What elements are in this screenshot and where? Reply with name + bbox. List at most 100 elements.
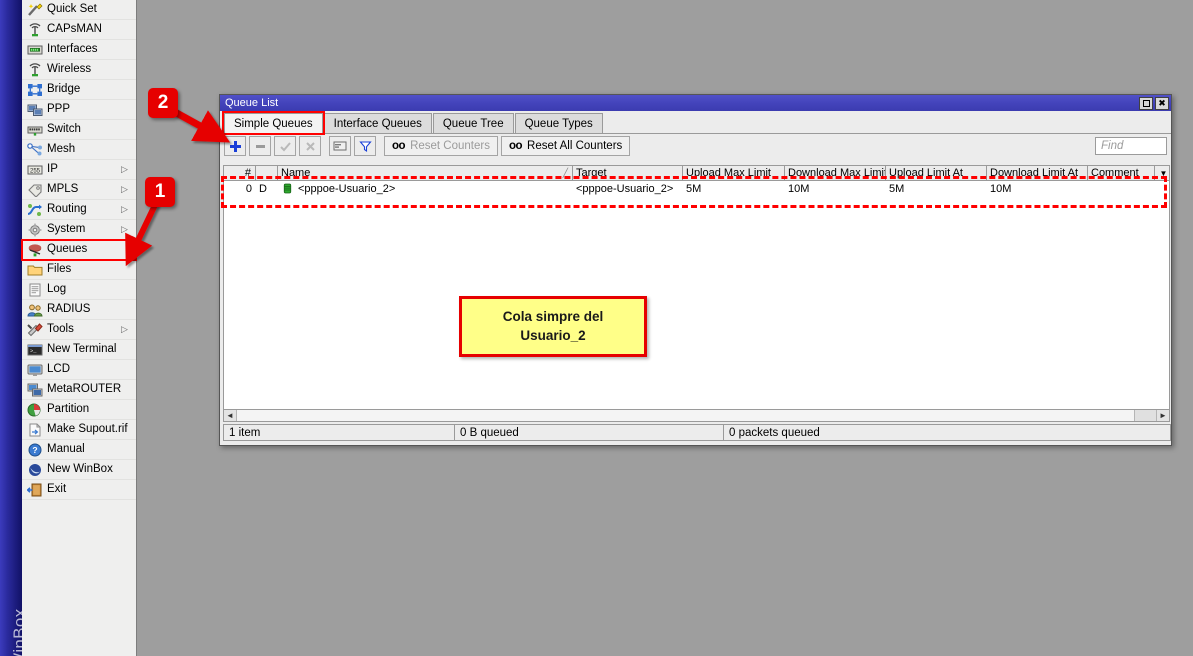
sidebar-item-ppp[interactable]: PPP: [22, 100, 136, 120]
sidebar-item-label: Make Supout.rif: [47, 424, 128, 436]
add-button[interactable]: [224, 136, 246, 156]
close-button[interactable]: ✖: [1155, 97, 1169, 110]
sidebar-item-manual[interactable]: ?Manual: [22, 440, 136, 460]
sidebar-item-mesh[interactable]: Mesh: [22, 140, 136, 160]
sidebar-item-label: PPP: [47, 104, 121, 116]
column-header-target[interactable]: Target: [573, 166, 683, 180]
table-row[interactable]: 0D<pppoe-Usuario_2><pppoe-Usuario_2>5M10…: [224, 181, 1169, 196]
scroll-left-arrow[interactable]: ◄: [224, 410, 237, 421]
column-header-downat[interactable]: Download Limit At: [987, 166, 1088, 180]
column-header-downmax[interactable]: Download Max Limit: [785, 166, 886, 180]
tab-queue-tree[interactable]: Queue Tree: [433, 113, 514, 133]
sidebar-item-exit[interactable]: Exit: [22, 480, 136, 500]
tab-simple-queues[interactable]: Simple Queues: [224, 113, 323, 133]
cell-text: 10M: [990, 183, 1011, 195]
sidebar-item-files[interactable]: Files: [22, 260, 136, 280]
sidebar-item-label: Routing: [47, 204, 121, 216]
sidebar-item-log[interactable]: Log: [22, 280, 136, 300]
sidebar-item-label: Mesh: [47, 144, 121, 156]
sidebar-item-mpls[interactable]: MPLS▷: [22, 180, 136, 200]
reset-counters-prefix: oo: [392, 140, 405, 152]
sidebar-item-partition[interactable]: Partition: [22, 400, 136, 420]
scroll-right-arrow[interactable]: ►: [1156, 410, 1169, 421]
annotation-badge-1: 1: [145, 177, 175, 207]
tab-bar[interactable]: Simple Queues Interface Queues Queue TreeQ…: [220, 111, 1171, 134]
sidebar-item-wireless[interactable]: Wireless: [22, 60, 136, 80]
gear-icon: [26, 222, 43, 238]
column-chooser-button[interactable]: ▼: [1155, 166, 1169, 180]
sidebar-item-new-winbox[interactable]: New WinBox: [22, 460, 136, 480]
remove-button[interactable]: [249, 136, 271, 156]
antenna-icon: [26, 22, 43, 38]
queue-list-window[interactable]: Queue List ✖ Simple Queues Interface Queu…: [219, 94, 1172, 446]
sidebar-item-tools[interactable]: Tools▷: [22, 320, 136, 340]
column-header-upmax[interactable]: Upload Max Limit: [683, 166, 785, 180]
cell-text: 10M: [788, 183, 809, 195]
scrollbar-thumb[interactable]: [1134, 410, 1156, 421]
find-input[interactable]: Find: [1095, 137, 1167, 155]
reset-all-counters-button[interactable]: oo Reset All Counters: [501, 136, 630, 156]
column-header-label: Comment: [1091, 167, 1139, 179]
tab-queue-types[interactable]: Queue Types: [515, 113, 603, 133]
cell-text: <pppoe-Usuario_2>: [298, 183, 395, 195]
column-header-upat[interactable]: Upload Limit At: [886, 166, 987, 180]
sidebar-item-switch[interactable]: Switch: [22, 120, 136, 140]
sidebar-item-ip[interactable]: 255IP▷: [22, 160, 136, 180]
mesh-icon: [26, 142, 43, 158]
chevron-down-icon: ▼: [1160, 169, 1168, 178]
disable-button[interactable]: [299, 136, 321, 156]
tab-label: Interface Queues: [334, 118, 422, 130]
sidebar-item-label: Tools: [47, 324, 121, 336]
enable-button[interactable]: [274, 136, 296, 156]
window-titlebar[interactable]: Queue List ✖: [220, 95, 1171, 111]
sidebar-item-label: LCD: [47, 364, 121, 376]
table-header-row[interactable]: # Name╱Target Upload Max LimitDownload Max…: [224, 166, 1169, 181]
sidebar-item-radius[interactable]: RADIUS: [22, 300, 136, 320]
queue-green-icon: [281, 182, 294, 195]
sidebar-item-interfaces[interactable]: Interfaces: [22, 40, 136, 60]
cell-text: 0: [246, 183, 252, 195]
sidebar-item-routing[interactable]: Routing▷: [22, 200, 136, 220]
users-icon: [26, 302, 43, 318]
status-bar: 1 item 0 B queued 0 packets queued: [223, 424, 1170, 441]
tab-interface-queues[interactable]: Interface Queues: [324, 113, 432, 133]
sidebar-item-make-supout-rif[interactable]: Make Supout.rif: [22, 420, 136, 440]
sidebar-item-queues[interactable]: Queues: [22, 240, 136, 260]
wand-icon: [26, 2, 43, 18]
winbox-brand-strip: RouterOS WinBox: [0, 0, 22, 656]
toolbar[interactable]: oo Reset Counters oo Reset All Counters …: [220, 134, 1171, 158]
reset-counters-label: Reset Counters: [410, 140, 490, 152]
submenu-chevron-icon: ▷: [121, 225, 133, 234]
pie-icon: [26, 402, 43, 418]
sidebar-item-quick-set[interactable]: Quick Set: [22, 0, 136, 20]
submenu-chevron-icon: ▷: [121, 165, 133, 174]
sidebar-item-label: Switch: [47, 124, 121, 136]
column-header-label: Download Max Limit: [788, 167, 886, 179]
file-export-icon: [26, 422, 43, 438]
column-header-num[interactable]: #: [224, 166, 256, 180]
restore-button[interactable]: [1139, 97, 1153, 110]
column-header-flags[interactable]: [256, 166, 278, 180]
filter-button[interactable]: [354, 136, 376, 156]
main-menu-sidebar[interactable]: Quick Set CAPsMANInterfacesWirelessBridge…: [22, 0, 137, 656]
sidebar-item-capsman[interactable]: CAPsMAN: [22, 20, 136, 40]
cell-text: 5M: [686, 183, 701, 195]
sidebar-item-bridge[interactable]: Bridge: [22, 80, 136, 100]
queue-table[interactable]: # Name╱Target Upload Max LimitDownload Max…: [223, 165, 1170, 413]
cell-text: 5M: [889, 183, 904, 195]
cell-downat: 10M: [987, 181, 1088, 196]
column-header-label: Target: [576, 167, 607, 179]
winbox-icon: [26, 462, 43, 478]
reset-counters-button[interactable]: oo Reset Counters: [384, 136, 498, 156]
scrollbar-track[interactable]: [237, 410, 1134, 421]
sidebar-item-new-terminal[interactable]: >_New Terminal: [22, 340, 136, 360]
table-body[interactable]: 0D<pppoe-Usuario_2><pppoe-Usuario_2>5M10…: [224, 181, 1169, 196]
horizontal-scrollbar[interactable]: ◄ ►: [223, 409, 1170, 422]
sidebar-item-metarouter[interactable]: MetaROUTER: [22, 380, 136, 400]
sidebar-item-label: Quick Set: [47, 4, 121, 16]
sidebar-item-lcd[interactable]: LCD: [22, 360, 136, 380]
column-header-name[interactable]: Name╱: [278, 166, 573, 180]
column-header-comment[interactable]: Comment: [1088, 166, 1155, 180]
sidebar-item-system[interactable]: System▷: [22, 220, 136, 240]
comment-button[interactable]: [329, 136, 351, 156]
